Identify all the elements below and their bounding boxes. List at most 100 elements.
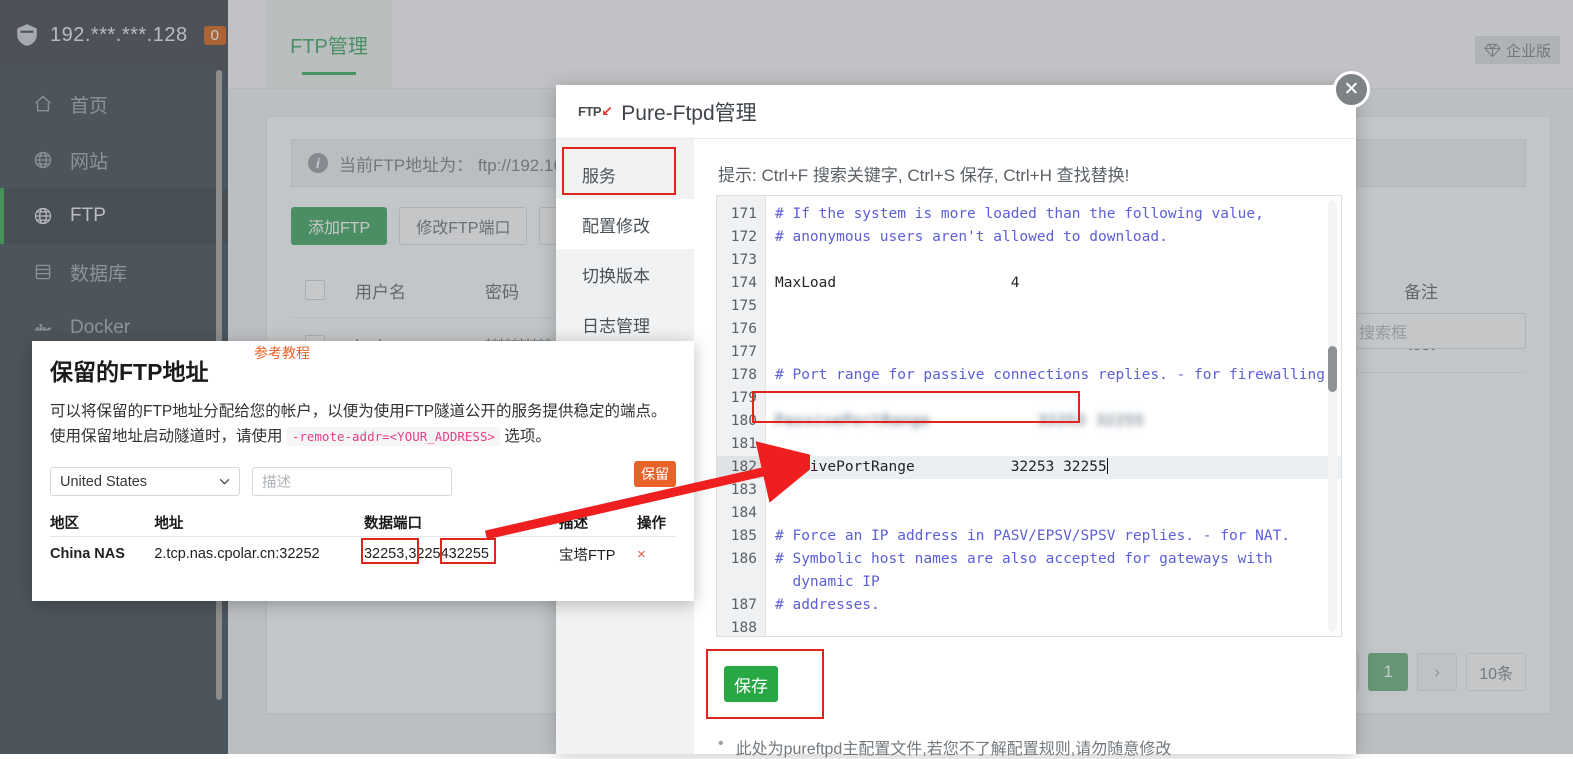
line-text: # Symbolic host names are also accepted …	[775, 551, 1273, 567]
country-select[interactable]: United States	[50, 467, 240, 496]
cell-description: 宝塔FTP	[558, 547, 616, 564]
editor-line[interactable]: 171 # If the system is more loaded than t…	[717, 203, 1341, 226]
editor-line[interactable]: 178 # Port range for passive connections …	[717, 364, 1341, 387]
editor-line[interactable]: 179	[717, 387, 1341, 410]
cell-address: 2.tcp.nas.cpolar.cn:32252	[154, 546, 320, 562]
delete-row-button[interactable]: ×	[637, 546, 676, 563]
config-editor[interactable]: 170171 # If the system is more loaded tha…	[716, 195, 1342, 637]
cpolar-table: 地区 地址 数据端口 描述 操作 China NAS 2.tcp.nas.cpo…	[32, 508, 694, 571]
cpolar-remote-addr-code: -remote-addr=<YOUR_ADDRESS>	[286, 427, 501, 446]
reserve-button[interactable]: 保留	[634, 461, 676, 487]
save-button[interactable]: 保存	[724, 666, 778, 702]
reference-tutorial-annotation: 参考教程	[254, 345, 310, 361]
line-number: 178	[717, 364, 765, 387]
line-text: MaxLoad 4	[775, 275, 1020, 291]
cpolar-title: 保留的FTP地址	[50, 359, 209, 385]
line-number: 186	[717, 548, 765, 571]
line-text: dynamic IP	[775, 574, 880, 590]
line-text: PassivePortRange 32253 32255	[775, 458, 1109, 475]
footnote-text: 此处为pureftpd主配置文件,若您不了解配置规则,请勿随意修改	[735, 741, 1172, 758]
line-number: 187	[717, 594, 765, 617]
editor-line[interactable]: 181	[717, 433, 1341, 456]
line-number: 174	[717, 272, 765, 295]
editor-line[interactable]: 183	[717, 479, 1341, 502]
editor-line[interactable]: 184	[717, 502, 1341, 525]
line-number: 177	[717, 341, 765, 364]
modal-tab-service[interactable]: 服务	[556, 149, 694, 199]
line-number: 171	[717, 203, 765, 226]
line-text	[765, 341, 775, 364]
line-text	[765, 249, 775, 272]
modal-header: FTP↙ Pure-Ftpd管理	[556, 85, 1356, 139]
ftp-logo-icon: FTP↙	[578, 103, 613, 119]
line-number: 185	[717, 525, 765, 548]
text-caret	[1106, 458, 1109, 474]
cpolar-reserved-ftp-dialog: 保留的FTP地址 可以将保留的FTP地址分配给您的帐户，以便为使用FTP隧道公开…	[32, 341, 694, 601]
cell-data-ports: 32253,3225432255	[360, 538, 559, 564]
port-32255-highlight-box	[439, 538, 496, 564]
close-modal-button[interactable]: ✕	[1333, 71, 1370, 108]
line-text: # anonymous users aren't allowed to down…	[775, 229, 1168, 245]
description-input[interactable]: 描述	[252, 467, 452, 496]
description-placeholder: 描述	[262, 475, 291, 491]
close-icon: ✕	[1343, 79, 1360, 100]
reserve-label: 保留	[641, 466, 669, 482]
col-action: 操作	[636, 515, 666, 532]
line-number: 182	[717, 456, 765, 479]
editor-line[interactable]: 174 MaxLoad 4	[717, 272, 1341, 295]
editor-line[interactable]: 170	[717, 196, 1341, 203]
line-text	[765, 318, 775, 341]
cell-region: China NAS	[50, 546, 125, 562]
line-number: 184	[717, 502, 765, 525]
editor-line[interactable]: 176	[717, 318, 1341, 341]
modal-tab-version[interactable]: 切换版本	[556, 249, 694, 299]
line-number: 183	[717, 479, 765, 502]
editor-line[interactable]: 172 # anonymous users aren't allowed to d…	[717, 226, 1341, 249]
redacted-line: PassivePortRange 32253 32255	[775, 413, 1145, 429]
editor-line[interactable]: 187 # addresses.	[717, 594, 1341, 617]
modal-title: Pure-Ftpd管理	[621, 101, 757, 125]
line-number: 179	[717, 387, 765, 410]
editor-line[interactable]: 186 # Symbolic host names are also accept…	[717, 548, 1341, 571]
line-text	[765, 479, 775, 502]
editor-code[interactable]: 170171 # If the system is more loaded tha…	[717, 196, 1341, 636]
line-text	[765, 295, 775, 318]
line-number: 180	[717, 410, 765, 433]
editor-line[interactable]: 185 # Force an IP address in PASV/EPSV/SP…	[717, 525, 1341, 548]
bullet-icon: •	[718, 735, 724, 752]
editor-line[interactable]: 177	[717, 341, 1341, 364]
modal-tab-label: 切换版本	[582, 266, 650, 286]
editor-line[interactable]: 188	[717, 617, 1341, 636]
col-address: 地址	[154, 515, 184, 532]
col-data-port: 数据端口	[363, 515, 422, 532]
cpolar-form-row: United States 描述	[32, 449, 694, 496]
editor-line[interactable]: 173	[717, 249, 1341, 272]
line-text	[765, 433, 775, 456]
line-number: 172	[717, 226, 765, 249]
modal-tab-label: 配置修改	[582, 216, 650, 236]
editor-hint: 提示: Ctrl+F 搜索关键字, Ctrl+S 保存, Ctrl+H 查找替换…	[718, 166, 1130, 185]
line-number: 175	[717, 295, 765, 318]
chevron-down-icon	[219, 478, 230, 485]
country-value: United States	[60, 473, 148, 490]
line-text: PassivePortRange 32253 32255	[765, 410, 1145, 433]
editor-line[interactable]: 180 PassivePortRange 32253 32255	[717, 410, 1341, 433]
modal-main-panel: 提示: Ctrl+F 搜索关键字, Ctrl+S 保存, Ctrl+H 查找替换…	[694, 139, 1356, 758]
port-32253-highlight-box	[360, 538, 419, 564]
cpolar-description: 可以将保留的FTP地址分配给您的帐户，以便为使用FTP隧道公开的服务提供稳定的端…	[32, 387, 694, 449]
modal-tab-label: 日志管理	[582, 316, 650, 336]
save-label: 保存	[734, 676, 768, 696]
modal-tab-config[interactable]: 配置修改	[556, 199, 694, 249]
line-text: # Force an IP address in PASV/EPSV/SPSV …	[775, 528, 1291, 544]
col-description: 描述	[558, 515, 588, 532]
cpolar-table-row: China NAS 2.tcp.nas.cpolar.cn:32252 3225…	[50, 537, 676, 571]
editor-line[interactable]: dynamic IP	[717, 571, 1341, 594]
line-text	[765, 196, 775, 203]
line-number: 173	[717, 249, 765, 272]
editor-scrollbar-thumb[interactable]	[1328, 346, 1337, 392]
editor-scrollbar-track[interactable]	[1328, 200, 1337, 632]
line-number: 176	[717, 318, 765, 341]
line-text: # Port range for passive connections rep…	[775, 367, 1334, 383]
editor-line[interactable]: 182 PassivePortRange 32253 32255	[717, 456, 1341, 479]
editor-line[interactable]: 175	[717, 295, 1341, 318]
